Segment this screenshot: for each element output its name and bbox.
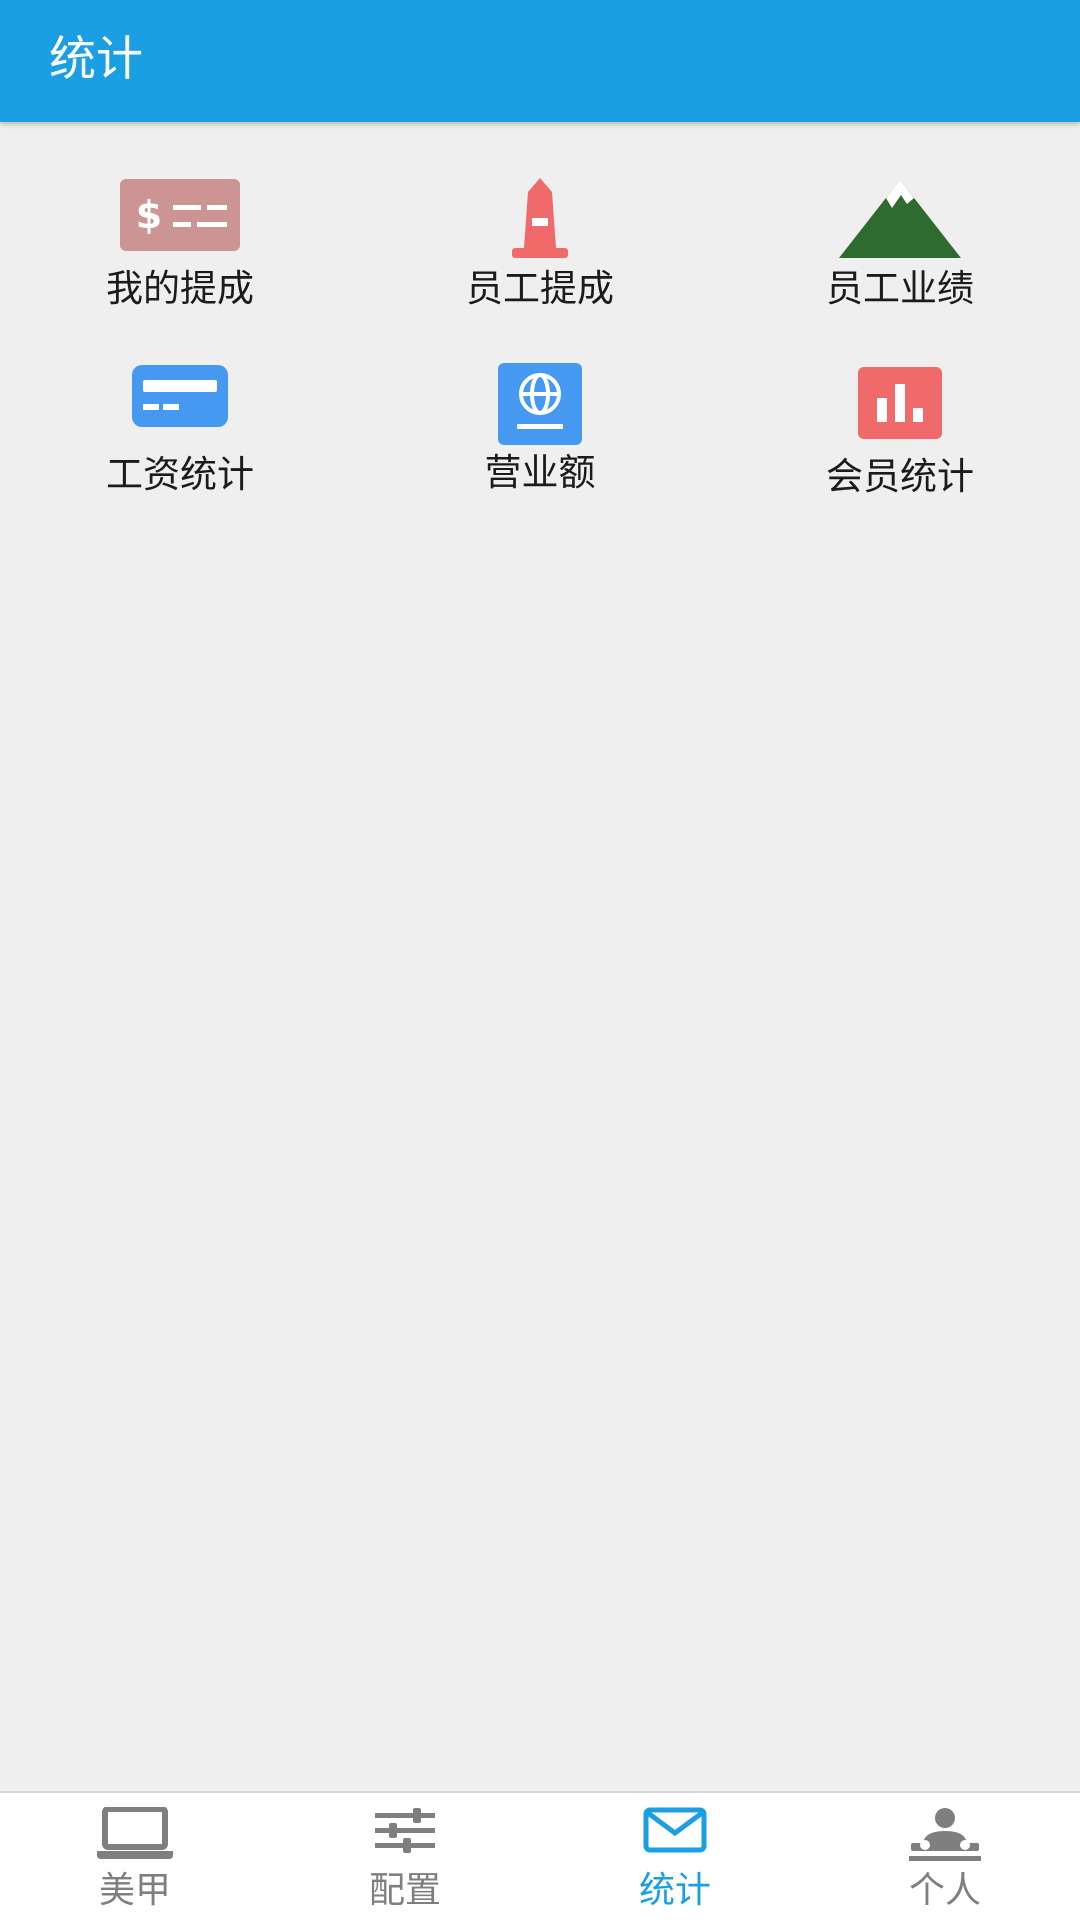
card-icon bbox=[0, 364, 360, 464]
grid-item-salary-stats[interactable]: 工资统计 bbox=[0, 364, 360, 534]
grid-item-label: 员工业绩 bbox=[826, 267, 974, 310]
nav-item-nail[interactable]: 美甲 bbox=[0, 1793, 270, 1922]
mail-icon bbox=[643, 1807, 707, 1857]
svg-text:$: $ bbox=[136, 193, 162, 237]
nav-item-stats[interactable]: 统计 bbox=[540, 1793, 810, 1922]
page-title: 统计 bbox=[49, 32, 143, 87]
mountain-icon bbox=[720, 178, 1080, 278]
laptop-icon bbox=[96, 1806, 174, 1865]
nav-item-profile[interactable]: 个人 bbox=[810, 1793, 1080, 1922]
grid-item-label: 员工提成 bbox=[466, 267, 614, 310]
dollar-card-icon: $ bbox=[0, 178, 360, 278]
nav-label: 配置 bbox=[368, 1870, 441, 1911]
nav-label: 个人 bbox=[908, 1870, 981, 1911]
grid-item-label: 工资统计 bbox=[106, 453, 254, 496]
grid-item-label: 营业额 bbox=[484, 451, 596, 494]
sliders-icon bbox=[373, 1807, 437, 1859]
app-bar: 统计 bbox=[0, 0, 1080, 122]
grid-item-label: 会员统计 bbox=[826, 455, 974, 498]
grid-item-staff-commission[interactable]: 员工提成 bbox=[360, 178, 720, 348]
grid-item-my-commission[interactable]: $ 我的提成 bbox=[0, 178, 360, 348]
grid-item-staff-performance[interactable]: 员工业绩 bbox=[720, 178, 1080, 348]
grid-item-label: 我的提成 bbox=[106, 267, 254, 310]
bar-chart-icon bbox=[720, 366, 1080, 466]
user-dj-icon bbox=[907, 1807, 983, 1867]
nav-item-config[interactable]: 配置 bbox=[270, 1793, 540, 1922]
grid-item-revenue[interactable]: 营业额 bbox=[360, 362, 720, 532]
grid-item-member-stats[interactable]: 会员统计 bbox=[720, 366, 1080, 536]
globe-book-icon bbox=[360, 362, 720, 462]
nav-label: 美甲 bbox=[98, 1870, 171, 1911]
bollard-icon bbox=[360, 178, 720, 278]
nav-label: 统计 bbox=[638, 1870, 711, 1911]
bottom-navigation: 美甲 配置 统计 个人 bbox=[0, 1791, 1080, 1922]
